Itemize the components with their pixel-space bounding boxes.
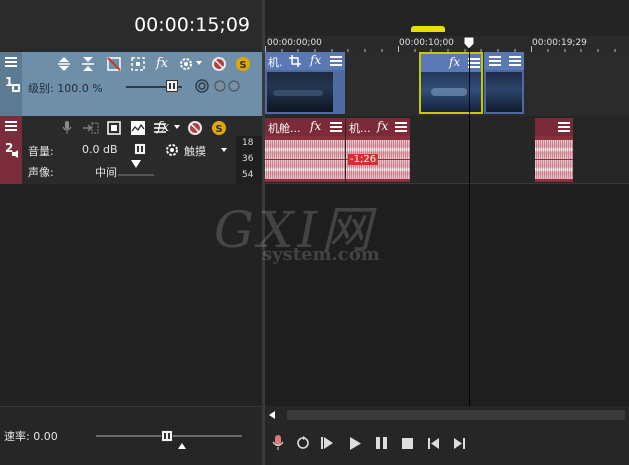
pause-icon[interactable] [373, 434, 389, 452]
video-clip-2-fx-icon[interactable]: fx [449, 55, 460, 69]
solo-track-icon[interactable]: S [234, 55, 252, 73]
video-clip-1-thumbnail [267, 72, 333, 112]
audio-clip-1-waveform-top [265, 140, 345, 159]
mute-track-icon[interactable] [210, 55, 228, 73]
video-clip-1[interactable]: 机. fx [265, 52, 345, 114]
bypass-motion-blur-icon[interactable] [106, 56, 122, 72]
compositing-mode-icon[interactable] [178, 56, 194, 72]
clip-menu-icon[interactable] [508, 55, 522, 67]
clip-menu-icon[interactable] [329, 55, 343, 67]
svg-text:S: S [215, 124, 222, 135]
input-monitor-icon[interactable] [82, 120, 100, 136]
go-to-end-icon[interactable] [451, 434, 467, 452]
stop-icon[interactable] [399, 434, 415, 452]
meter-tick-18: 18 [242, 138, 254, 148]
speaker-icon [12, 150, 18, 158]
track-fx-icon[interactable]: fx [156, 56, 168, 71]
clip-menu-icon[interactable] [394, 121, 408, 133]
audio-clip-1-fx-icon[interactable]: fx [310, 119, 321, 133]
volume-label: 音量: [28, 145, 54, 158]
rate-slider-thumb[interactable] [161, 430, 173, 442]
video-clip-2[interactable]: fx [419, 52, 483, 114]
record-arm-icon[interactable] [60, 120, 74, 136]
timecode-display: 00:00:15;09 [134, 14, 250, 36]
timeline-scrollbar[interactable] [265, 406, 629, 424]
pan-label: 声像: [28, 166, 54, 179]
audio-clip-2-fx-icon[interactable]: fx [377, 119, 388, 133]
video-track-menu-icon[interactable] [4, 56, 18, 68]
mute-track-icon[interactable] [186, 119, 204, 137]
pan-slider-thumb[interactable] [131, 160, 141, 170]
video-level-label: 级别: 100.0 % [28, 82, 103, 95]
audio-clip-1[interactable]: 机舱... fx [265, 118, 345, 182]
audio-track-header[interactable]: 2 fx S 音量: 0.0 dB 触摸 声像: 中间 18 36 54 [0, 116, 262, 184]
make-compositing-child-icon[interactable] [212, 78, 246, 94]
video-level-slider-thumb[interactable] [166, 80, 178, 92]
watermark-sub: system.com [262, 244, 380, 265]
volume-slider-thumb[interactable] [134, 143, 146, 155]
audio-track-menu-icon[interactable] [4, 120, 18, 132]
playhead-cursor[interactable] [469, 48, 470, 406]
transport-bar [265, 424, 629, 465]
rate-center-marker [178, 443, 186, 449]
go-to-start-icon[interactable] [425, 434, 441, 452]
audio-clip-3-waveform-bottom [535, 160, 573, 179]
record-icon[interactable] [271, 434, 285, 452]
audio-clip-2[interactable]: 机... fx -1;26 [346, 118, 410, 182]
meter-tick-36: 36 [242, 154, 254, 164]
clip-menu-icon[interactable] [488, 55, 502, 67]
pan-value[interactable]: 中间 [95, 164, 117, 180]
meter-tick-54: 54 [242, 170, 254, 180]
stop-event-icon[interactable] [106, 120, 122, 136]
waveform-view-icon[interactable] [130, 120, 146, 136]
video-clip-2-thumbnail [421, 72, 481, 112]
rate-panel: 速率: 0.00 [0, 406, 262, 465]
volume-value[interactable]: 0.0 dB [82, 143, 118, 156]
timeline-ruler[interactable]: 00:00:00;00 00:00:10;00 00:00:19;29 [265, 0, 629, 52]
audio-meter: 18 36 54 [236, 136, 262, 184]
chevron-down-icon[interactable] [173, 122, 181, 132]
timecode-panel: 00:00:15;09 [0, 0, 262, 52]
crop-icon[interactable] [289, 55, 301, 67]
touch-mode-label[interactable]: 触摸 [184, 143, 206, 159]
audio-clip-1-title: 机舱... [268, 122, 301, 135]
scroll-left-icon[interactable] [269, 411, 275, 419]
scrollbar-track[interactable] [287, 410, 625, 420]
video-clip-1-fx-icon[interactable]: fx [310, 53, 321, 67]
audio-clip-3-waveform-top [535, 140, 573, 159]
pan-slider[interactable] [118, 174, 154, 176]
video-clip-3[interactable] [484, 52, 524, 114]
solo-track-icon[interactable]: S [210, 119, 228, 137]
video-track-header[interactable]: 1 fx S 级别: 100.0 % [0, 52, 262, 116]
play-from-start-icon[interactable] [319, 434, 335, 452]
svg-text:S: S [239, 60, 246, 71]
audio-clip-3[interactable] [535, 118, 573, 182]
audio-clip-2-title: 机... [349, 122, 371, 135]
loop-playback-icon[interactable] [295, 434, 311, 452]
chevron-down-icon[interactable] [220, 145, 228, 155]
clip-menu-icon[interactable] [329, 121, 343, 133]
loop-region-marker[interactable] [411, 26, 445, 32]
audio-clip-1-waveform-bottom [265, 160, 345, 179]
track-motion-icon[interactable] [130, 56, 146, 72]
crossfade-badge: -1;26 [348, 154, 379, 165]
film-icon [12, 84, 20, 92]
composite-parent-icon[interactable] [194, 78, 210, 94]
chevron-down-icon[interactable] [195, 58, 203, 68]
collapse-track-icon[interactable] [80, 56, 96, 72]
clip-menu-icon[interactable] [557, 121, 571, 133]
video-clip-1-title: 机. [268, 56, 283, 69]
play-icon[interactable] [347, 434, 363, 452]
audio-fx-icon[interactable]: fx [157, 120, 169, 135]
video-clip-3-thumbnail [486, 72, 522, 112]
automation-settings-icon[interactable] [164, 142, 180, 158]
rate-label: 速率: 0.00 [4, 430, 58, 443]
expand-track-icon[interactable] [56, 56, 72, 72]
